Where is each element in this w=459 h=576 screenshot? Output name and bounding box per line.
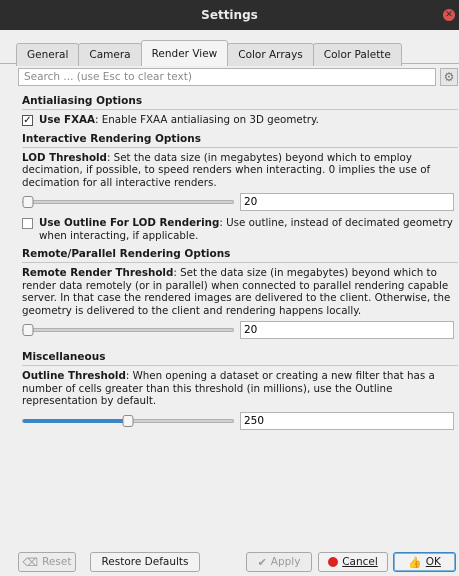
search-box xyxy=(18,68,436,86)
window-title: Settings xyxy=(201,8,258,22)
settings-content: Antialiasing Options ✓ Use FXAA: Enable … xyxy=(22,95,458,436)
cancel-button[interactable]: Cancel xyxy=(318,552,388,572)
remote-threshold-label: Remote Render Threshold xyxy=(22,267,174,279)
outline-lod-checkbox[interactable] xyxy=(22,218,33,229)
tab-camera[interactable]: Camera xyxy=(78,43,142,66)
reset-label: Reset xyxy=(42,556,72,568)
reset-icon: ⌫ xyxy=(22,555,39,569)
tab-render-view[interactable]: Render View xyxy=(140,40,229,66)
remote-threshold-slider[interactable] xyxy=(22,324,234,336)
tab-color-palette[interactable]: Color Palette xyxy=(312,43,402,66)
outline-threshold-row xyxy=(22,411,458,431)
tab-general[interactable]: General xyxy=(16,43,80,66)
interactive-header: Interactive Rendering Options xyxy=(22,133,458,148)
outline-threshold-input[interactable] xyxy=(240,411,454,430)
outline-threshold-label: Outline Threshold xyxy=(22,370,126,382)
remote-threshold-input[interactable] xyxy=(240,321,454,339)
checkmark-icon: ✔ xyxy=(257,555,267,569)
ok-button[interactable]: 👍 OK xyxy=(393,552,456,572)
cancel-icon xyxy=(328,557,339,567)
restore-defaults-button[interactable]: Restore Defaults xyxy=(90,552,200,572)
title-bar: Settings ✕ xyxy=(0,0,459,30)
fxaa-checkbox[interactable]: ✓ xyxy=(22,115,33,126)
fxaa-description: : Enable FXAA antialiasing on 3D geometr… xyxy=(94,114,319,126)
lod-threshold-slider[interactable] xyxy=(22,196,234,208)
outline-lod-row: Use Outline For LOD Rendering: Use outli… xyxy=(22,217,458,242)
gear-icon[interactable]: ⚙ xyxy=(440,68,458,86)
misc-header: Miscellaneous xyxy=(22,351,458,366)
slider-handle[interactable] xyxy=(122,414,134,427)
outline-threshold-text: Outline Threshold: When opening a datase… xyxy=(22,370,458,408)
tab-color-arrays[interactable]: Color Arrays xyxy=(227,43,314,66)
apply-button[interactable]: ✔ Apply xyxy=(246,552,312,572)
outline-threshold-slider[interactable] xyxy=(22,414,234,427)
tab-bar: General Camera Render View Color Arrays … xyxy=(16,40,402,66)
thumbs-up-icon: 👍 xyxy=(408,555,422,569)
slider-handle[interactable] xyxy=(22,324,34,336)
cancel-label: Cancel xyxy=(342,556,378,568)
remote-threshold-text: Remote Render Threshold: Set the data si… xyxy=(22,267,458,317)
reset-button[interactable]: ⌫ Reset xyxy=(18,552,76,572)
lod-threshold-input[interactable] xyxy=(240,193,454,211)
lod-threshold-text: LOD Threshold: Set the data size (in meg… xyxy=(22,152,458,190)
lod-threshold-row xyxy=(22,192,458,212)
ok-label: OK xyxy=(425,556,441,568)
remote-header: Remote/Parallel Rendering Options xyxy=(22,248,458,263)
outline-lod-label: Use Outline For LOD Rendering xyxy=(39,217,220,229)
antialiasing-header: Antialiasing Options xyxy=(22,95,458,110)
close-icon[interactable]: ✕ xyxy=(443,9,455,21)
fxaa-row: ✓ Use FXAA: Enable FXAA antialiasing on … xyxy=(22,114,458,127)
search-input[interactable] xyxy=(22,70,435,84)
apply-label: Apply xyxy=(270,556,301,568)
slider-handle[interactable] xyxy=(22,196,34,208)
slider-fill xyxy=(23,418,128,423)
fxaa-label: Use FXAA xyxy=(39,114,95,126)
remote-threshold-row xyxy=(22,320,458,340)
lod-threshold-label: LOD Threshold xyxy=(22,151,107,164)
button-bar: ⌫ Reset Restore Defaults ✔ Apply Cancel 👍 O… xyxy=(0,552,459,574)
